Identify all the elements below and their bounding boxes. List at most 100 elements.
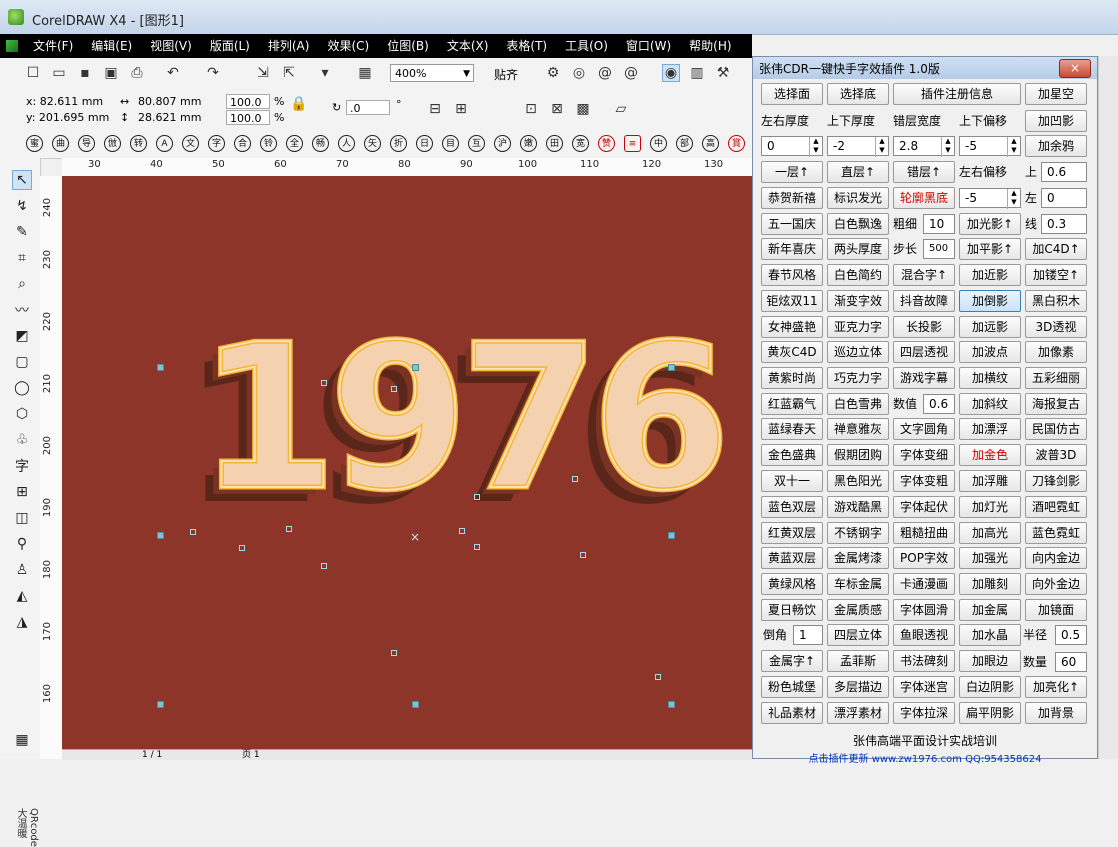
bevel-input[interactable]: 1 bbox=[793, 625, 823, 645]
undo-icon[interactable]: ↶ bbox=[164, 64, 182, 82]
mirror-vertical-icon[interactable]: ⊞ bbox=[452, 100, 470, 118]
table-tool-icon[interactable]: ⊞ bbox=[12, 482, 32, 502]
vertical-ruler[interactable]: 240 230 220 210 200 190 180 170 160 bbox=[40, 176, 63, 759]
effect-button[interactable]: 加镜面 bbox=[1025, 599, 1087, 621]
glyph-button[interactable]: 目 bbox=[442, 135, 459, 152]
effect-button[interactable]: 礼品素材 bbox=[761, 702, 823, 724]
scale-x-input[interactable]: 100.0 bbox=[226, 94, 270, 109]
path-node[interactable] bbox=[321, 563, 327, 569]
menu-effects[interactable]: 效果(C) bbox=[318, 34, 378, 58]
glyph-button[interactable]: 赞 bbox=[598, 135, 615, 152]
glyph-button[interactable]: 字 bbox=[208, 135, 225, 152]
options-icon[interactable]: ⚙ bbox=[544, 64, 562, 82]
smudge-tool-icon[interactable]: ✎ bbox=[12, 222, 32, 242]
application-launcher-icon[interactable]: ▾ bbox=[316, 64, 334, 82]
glyph-button[interactable]: 沪 bbox=[494, 135, 511, 152]
effect-button[interactable]: 五彩细丽 bbox=[1025, 367, 1087, 389]
open-folder-icon[interactable]: ▭ bbox=[50, 64, 68, 82]
glyph-button[interactable]: 转 bbox=[130, 135, 147, 152]
spinner-icon[interactable]: ▲ ▼ bbox=[1007, 137, 1020, 157]
effect-button[interactable]: POP字效 bbox=[893, 547, 955, 569]
ud-offset-input[interactable]: -5 ▲ ▼ bbox=[959, 136, 1021, 157]
spinner-icon[interactable]: ▲ ▼ bbox=[809, 137, 822, 157]
glyph-button[interactable]: 矢 bbox=[364, 135, 381, 152]
select-face-button[interactable]: 选择面 bbox=[761, 83, 823, 105]
effect-button[interactable]: 波普3D bbox=[1025, 444, 1087, 466]
settings-icon[interactable]: ⚒ bbox=[714, 64, 732, 82]
effect-button[interactable]: 加金属 bbox=[959, 599, 1021, 621]
glyph-button[interactable]: 导 bbox=[78, 135, 95, 152]
y-position[interactable]: y: 201.695 mm bbox=[26, 111, 109, 124]
menu-help[interactable]: 帮助(H) bbox=[680, 34, 740, 58]
ud-thickness-input[interactable]: -2 ▲ ▼ bbox=[827, 136, 889, 157]
effect-button[interactable]: 字体迷宫 bbox=[893, 676, 955, 698]
radius-input[interactable]: 0.5 bbox=[1055, 625, 1087, 645]
path-node[interactable] bbox=[391, 650, 397, 656]
selection-handle[interactable] bbox=[412, 701, 419, 708]
plugin-register-button[interactable]: 插件注册信息 bbox=[893, 83, 1021, 105]
glyph-button[interactable]: A bbox=[156, 135, 173, 152]
effect-button[interactable]: 假期团购 bbox=[827, 444, 889, 466]
effect-button[interactable]: 向外金边 bbox=[1025, 573, 1087, 595]
effect-button[interactable]: 刀锋剑影 bbox=[1025, 470, 1087, 492]
effect-button[interactable]: 白色简约 bbox=[827, 264, 889, 286]
effect-button[interactable]: 多层描边 bbox=[827, 676, 889, 698]
path-node[interactable] bbox=[321, 380, 327, 386]
left-input[interactable]: 0 bbox=[1041, 188, 1087, 208]
fill-tool-icon[interactable]: ◭ bbox=[12, 586, 32, 606]
effect-button[interactable]: 黑色阳光 bbox=[827, 470, 889, 492]
rotation-input[interactable]: .0 bbox=[346, 100, 390, 115]
effect-button[interactable]: 黄紫时尚 bbox=[761, 367, 823, 389]
effect-button[interactable]: 红黄双层 bbox=[761, 522, 823, 544]
effect-button[interactable]: 字体变细 bbox=[893, 444, 955, 466]
effect-button[interactable]: 女神盛艳 bbox=[761, 316, 823, 338]
view-icon[interactable]: ◉ bbox=[662, 64, 680, 82]
effect-button[interactable]: 漂浮素材 bbox=[827, 702, 889, 724]
effect-button[interactable]: 加斜纹 bbox=[959, 393, 1021, 415]
effect-button[interactable]: 酒吧霓虹 bbox=[1025, 496, 1087, 518]
effect-button[interactable]: 蓝绿春天 bbox=[761, 418, 823, 440]
glyph-button[interactable]: 合 bbox=[234, 135, 251, 152]
effect-button[interactable]: 白边阴影 bbox=[959, 676, 1021, 698]
effect-button[interactable]: 游戏酷黑 bbox=[827, 496, 889, 518]
menu-tools[interactable]: 工具(O) bbox=[556, 34, 617, 58]
qrcode-docker-tab[interactable]: QRcode大温暖 bbox=[13, 808, 39, 847]
welcome-screen-icon[interactable]: ▦ bbox=[356, 64, 374, 82]
effect-button[interactable]: 蓝色双层 bbox=[761, 496, 823, 518]
ungroup-all-icon[interactable]: ▩ bbox=[574, 100, 592, 118]
effect-button[interactable]: 红蓝霸气 bbox=[761, 393, 823, 415]
path-node[interactable] bbox=[572, 476, 578, 482]
glyph-button[interactable]: 高 bbox=[702, 135, 719, 152]
effect-button[interactable]: 加横纹 bbox=[959, 367, 1021, 389]
glyph-button[interactable]: 田 bbox=[546, 135, 563, 152]
selection-handle[interactable] bbox=[157, 532, 164, 539]
effect-button[interactable]: 加远影 bbox=[959, 316, 1021, 338]
save-icon[interactable]: ▪ bbox=[76, 64, 94, 82]
path-node[interactable] bbox=[474, 494, 480, 500]
effect-button[interactable]: 加亮化↑ bbox=[1025, 676, 1087, 698]
step-input[interactable]: 500 bbox=[923, 239, 955, 259]
effect-button[interactable]: 加近影 bbox=[959, 264, 1021, 286]
glyph-button[interactable]: 嫩 bbox=[520, 135, 537, 152]
thickness-input[interactable]: 10 bbox=[923, 214, 955, 234]
path-node[interactable] bbox=[474, 544, 480, 550]
effect-button[interactable]: 四层透视 bbox=[893, 341, 955, 363]
straight-layer-button[interactable]: 直层↑ bbox=[827, 161, 889, 183]
glyph-button[interactable]: 蜜 bbox=[26, 135, 43, 152]
path-node[interactable] bbox=[391, 386, 397, 392]
effect-button[interactable]: 文字圆角 bbox=[893, 418, 955, 440]
selection-handle[interactable] bbox=[412, 364, 419, 371]
plugin-titlebar[interactable]: 张伟CDR一键快手字效插件 1.0版 × bbox=[753, 57, 1097, 79]
effect-button[interactable]: 长投影 bbox=[893, 316, 955, 338]
effect-button[interactable]: 夏日畅饮 bbox=[761, 599, 823, 621]
menu-view[interactable]: 视图(V) bbox=[141, 34, 201, 58]
new-year-button[interactable]: 恭贺新禧 bbox=[761, 187, 823, 209]
menu-window[interactable]: 窗口(W) bbox=[617, 34, 680, 58]
freehand-tool-icon[interactable]: 〰 bbox=[12, 300, 32, 320]
effect-button[interactable]: 黑白积木 bbox=[1025, 290, 1087, 312]
menu-layout[interactable]: 版面(L) bbox=[201, 34, 259, 58]
menu-edit[interactable]: 编辑(E) bbox=[82, 34, 141, 58]
menu-text[interactable]: 文本(X) bbox=[438, 34, 498, 58]
glyph-button[interactable]: 曲 bbox=[52, 135, 69, 152]
effect-button[interactable]: 3D透视 bbox=[1025, 316, 1087, 338]
